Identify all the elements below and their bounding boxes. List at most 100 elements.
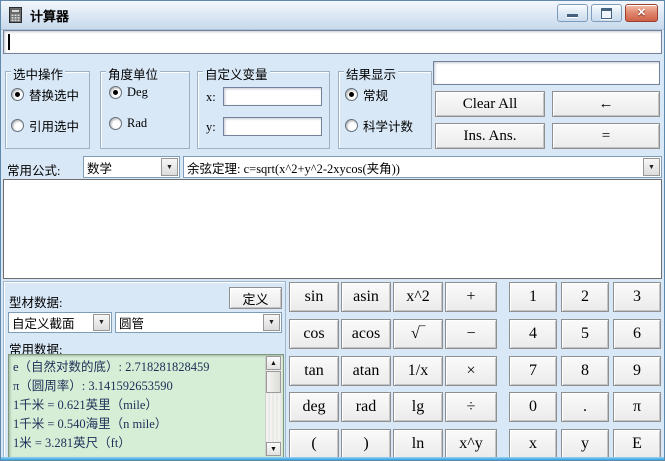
calculator-window: 计算器 ✕ 选中操作 替换选中 引用选中 角度单位 Deg Rad	[0, 0, 665, 461]
radio-reference-selection-label: 引用选中	[29, 116, 79, 135]
key-asin[interactable]: asin	[341, 282, 391, 312]
key-4[interactable]: 4	[509, 319, 557, 349]
expression-input[interactable]	[3, 30, 662, 54]
data-line: 1千米 = 0.540海里（n mile）	[13, 415, 263, 434]
key-plus[interactable]: +	[445, 282, 497, 312]
chevron-down-icon[interactable]: ▼	[161, 158, 178, 176]
workspace-area[interactable]	[3, 179, 662, 279]
maximize-button[interactable]	[591, 4, 622, 22]
key-deg[interactable]: deg	[289, 392, 339, 422]
equals-button[interactable]: =	[552, 123, 660, 149]
profile-panel-title: 型材数据:	[9, 292, 62, 311]
close-button[interactable]: ✕	[625, 4, 658, 22]
group-result-display: 结果显示 常规 科学计数	[338, 71, 432, 149]
key-ln[interactable]: ln	[393, 429, 443, 459]
key-acos[interactable]: acos	[341, 319, 391, 349]
text-caret	[8, 34, 10, 50]
radio-replace-selection-label: 替换选中	[29, 85, 79, 104]
key-3[interactable]: 3	[613, 282, 661, 312]
radio-rad-label: Rad	[127, 116, 147, 131]
var-y-label: y:	[206, 120, 216, 135]
key-5[interactable]: 5	[561, 319, 609, 349]
radio-normal[interactable]	[345, 88, 358, 101]
key-reciprocal[interactable]: 1/x	[393, 356, 443, 386]
arrow-up-icon: ▲	[270, 360, 277, 367]
define-button[interactable]: 定义	[229, 287, 282, 309]
radio-normal-label: 常规	[363, 85, 388, 104]
key-7[interactable]: 7	[509, 356, 557, 386]
title-bar[interactable]: 计算器 ✕	[1, 1, 664, 30]
group-custom-variables: 自定义变量 x: y:	[197, 71, 330, 149]
key-8[interactable]: 8	[561, 356, 609, 386]
key-1[interactable]: 1	[509, 282, 557, 312]
var-x-input[interactable]	[223, 87, 322, 106]
key-var-x[interactable]: x	[509, 429, 557, 459]
key-paren-open[interactable]: (	[289, 429, 339, 459]
var-x-label: x:	[206, 90, 216, 105]
data-line: 1千米 = 0.621英里（mile）	[13, 396, 263, 415]
group-selection-mode: 选中操作 替换选中 引用选中	[5, 71, 90, 149]
key-exp-e[interactable]: E	[613, 429, 661, 459]
section-type-select[interactable]: 自定义截面 ▼	[8, 312, 112, 333]
key-2[interactable]: 2	[561, 282, 609, 312]
shape-select[interactable]: 圆管 ▼	[115, 312, 282, 333]
group-variables-title: 自定义变量	[203, 64, 270, 83]
close-icon: ✕	[637, 8, 646, 19]
key-6[interactable]: 6	[613, 319, 661, 349]
key-x-squared[interactable]: x^2	[393, 282, 443, 312]
scroll-down-button[interactable]: ▼	[266, 442, 281, 456]
data-line: e（自然对数的底）: 2.718281828459	[13, 358, 263, 377]
formula-category-select[interactable]: 数学 ▼	[83, 156, 180, 178]
vertical-scrollbar[interactable]: ▲ ▼	[265, 356, 282, 456]
radio-replace-selection[interactable]	[11, 88, 24, 101]
minimize-icon	[567, 14, 578, 17]
group-angle-unit: 角度单位 Deg Rad	[100, 71, 190, 149]
group-selection-title: 选中操作	[11, 64, 65, 83]
window-title: 计算器	[30, 6, 69, 25]
arrow-down-icon: ▼	[270, 446, 277, 453]
key-pi[interactable]: π	[613, 392, 661, 422]
key-x-power-y[interactable]: x^y	[445, 429, 497, 459]
radio-deg[interactable]	[109, 86, 122, 99]
backspace-button[interactable]: ←	[552, 91, 660, 117]
group-angle-title: 角度单位	[106, 64, 160, 83]
scrollbar-thumb[interactable]	[266, 371, 281, 393]
radio-deg-label: Deg	[127, 85, 148, 100]
key-9[interactable]: 9	[613, 356, 661, 386]
insert-answer-button[interactable]: Ins. Ans.	[435, 123, 545, 149]
key-sqrt[interactable]: √‾	[393, 319, 443, 349]
key-divide[interactable]: ÷	[445, 392, 497, 422]
chevron-down-icon[interactable]: ▼	[643, 158, 660, 176]
key-cos[interactable]: cos	[289, 319, 339, 349]
radio-rad[interactable]	[109, 117, 122, 130]
key-lg[interactable]: lg	[393, 392, 443, 422]
chevron-down-icon[interactable]: ▼	[263, 314, 280, 331]
section-type-value: 自定义截面	[12, 313, 93, 332]
clear-all-button[interactable]: Clear All	[435, 91, 545, 117]
radio-scientific[interactable]	[345, 119, 358, 132]
minimize-button[interactable]	[557, 4, 588, 22]
data-line: π（圆周率）: 3.141592653590	[13, 377, 263, 396]
formula-select[interactable]: 余弦定理: c=sqrt(x^2+y^2-2xycos(夹角)) ▼	[183, 156, 662, 178]
formula-select-value: 余弦定理: c=sqrt(x^2+y^2-2xycos(夹角))	[187, 157, 643, 177]
data-line: 1米 = 3.281英尺（ft）	[13, 434, 263, 453]
var-y-input[interactable]	[223, 117, 322, 136]
chevron-down-icon[interactable]: ▼	[93, 314, 110, 331]
key-paren-close[interactable]: )	[341, 429, 391, 459]
formula-bar-label: 常用公式:	[7, 160, 60, 179]
key-0[interactable]: 0	[509, 392, 557, 422]
scroll-up-button[interactable]: ▲	[266, 356, 281, 370]
key-tan[interactable]: tan	[289, 356, 339, 386]
key-rad[interactable]: rad	[341, 392, 391, 422]
key-decimal[interactable]: .	[561, 392, 609, 422]
result-field[interactable]	[433, 61, 660, 85]
key-minus[interactable]: −	[445, 319, 497, 349]
radio-reference-selection[interactable]	[11, 119, 24, 132]
shape-value: 圆管	[119, 313, 263, 332]
key-multiply[interactable]: ×	[445, 356, 497, 386]
common-data-box: e（自然对数的底）: 2.718281828459π（圆周率）: 3.14159…	[8, 354, 284, 458]
key-atan[interactable]: atan	[341, 356, 391, 386]
key-sin[interactable]: sin	[289, 282, 339, 312]
key-var-y[interactable]: y	[561, 429, 609, 459]
radio-scientific-label: 科学计数	[363, 116, 413, 135]
